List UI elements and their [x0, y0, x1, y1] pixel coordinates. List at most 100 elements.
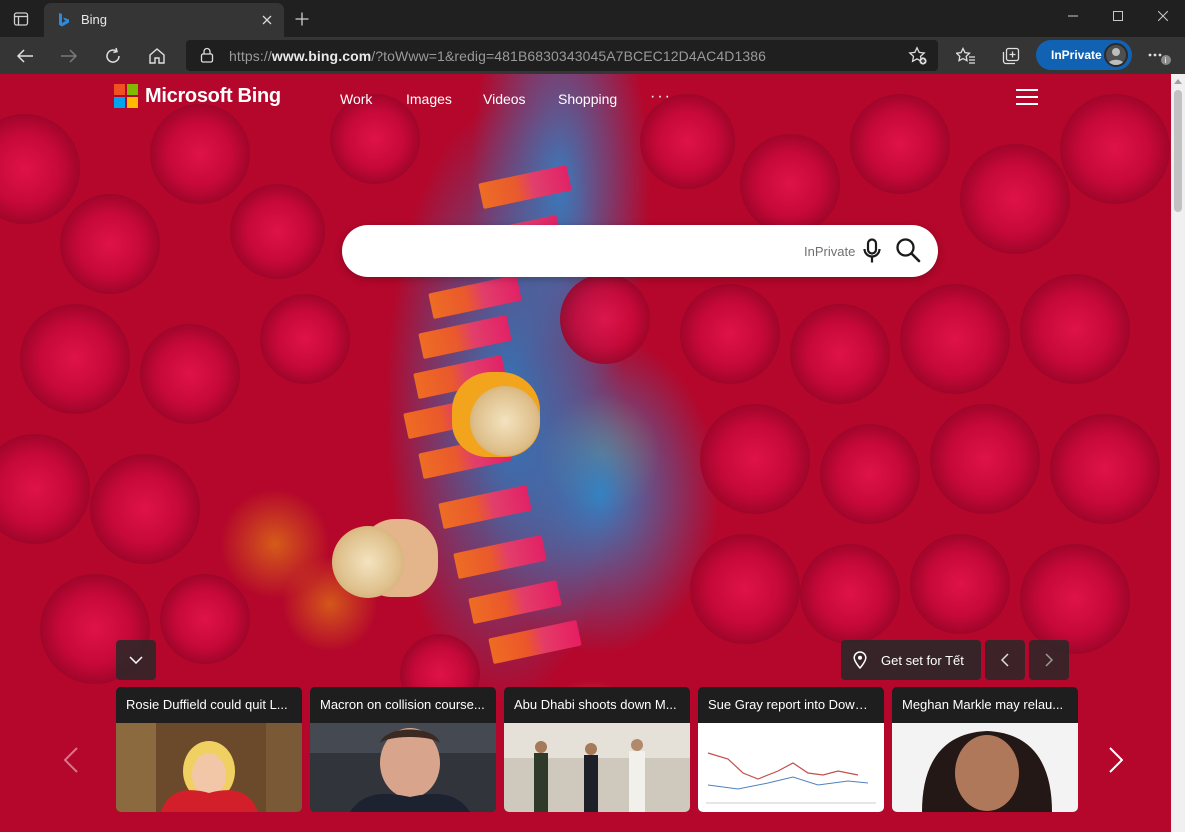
- pompom: [740, 134, 840, 234]
- news-headline: Abu Dhabi shoots down M...: [504, 687, 690, 723]
- tab-bing[interactable]: Bing: [44, 3, 284, 37]
- pompom: [140, 324, 240, 424]
- pompom: [1020, 274, 1130, 384]
- news-thumbnail: [116, 723, 302, 812]
- title-bar: Bing: [0, 0, 1185, 37]
- favorites-icon[interactable]: [950, 40, 982, 72]
- news-thumbnail: [504, 723, 690, 812]
- close-window-icon[interactable]: [1140, 0, 1185, 32]
- search-box[interactable]: InPrivate: [342, 225, 938, 277]
- inprivate-label: InPrivate: [1051, 48, 1102, 62]
- news-card[interactable]: Macron on collision course...: [310, 687, 496, 812]
- incense-bundle: [438, 484, 532, 530]
- incense-bundle: [468, 579, 562, 625]
- previous-image-button[interactable]: [985, 640, 1025, 680]
- news-headline: Rosie Duffield could quit L...: [116, 687, 302, 723]
- news-thumbnail: [892, 723, 1078, 812]
- minimize-icon[interactable]: [1050, 0, 1096, 32]
- logo-text: Microsoft Bing: [145, 84, 281, 107]
- news-headline: Macron on collision course...: [310, 687, 496, 723]
- chevron-down-icon: [129, 656, 143, 664]
- chevron-right-icon: [1109, 747, 1123, 773]
- news-card[interactable]: Abu Dhabi shoots down M...: [504, 687, 690, 812]
- nav-videos[interactable]: Videos: [483, 91, 526, 107]
- microsoft-bing-logo[interactable]: Microsoft Bing: [114, 84, 281, 108]
- microphone-icon[interactable]: [862, 238, 882, 269]
- inprivate-button[interactable]: InPrivate: [1036, 40, 1132, 70]
- incense-bundle: [488, 619, 582, 665]
- conical-hat: [470, 386, 540, 456]
- news-card[interactable]: Sue Gray report into Downi...: [698, 687, 884, 812]
- pompom: [1060, 94, 1170, 204]
- page-scrollbar[interactable]: [1171, 74, 1185, 832]
- search-icon[interactable]: [895, 237, 921, 268]
- tab-actions-icon[interactable]: [8, 6, 34, 32]
- nav-images[interactable]: Images: [406, 91, 452, 107]
- pompom: [900, 284, 1010, 394]
- incense-bundle: [453, 534, 547, 580]
- bing-homepage: Microsoft Bing Work Images Videos Shoppi…: [0, 74, 1171, 832]
- news-next-arrow[interactable]: [1104, 742, 1128, 778]
- pompom: [150, 104, 250, 204]
- collections-icon[interactable]: [995, 40, 1027, 72]
- pompom: [160, 574, 250, 664]
- chevron-left-icon: [1001, 653, 1009, 667]
- pompom: [680, 284, 780, 384]
- collapse-feed-button[interactable]: [116, 640, 156, 680]
- address-bar[interactable]: https://www.bing.com/?toWww=1&redig=481B…: [186, 40, 938, 71]
- pompom: [800, 544, 900, 644]
- chevron-left-icon: [64, 747, 78, 773]
- pompom: [1020, 544, 1130, 654]
- pompom: [790, 304, 890, 404]
- nav-shopping[interactable]: Shopping: [558, 91, 617, 107]
- get-set-label: Get set for Tết: [881, 653, 964, 668]
- news-thumbnail: [698, 723, 884, 812]
- conical-hat: [332, 526, 404, 598]
- profile-avatar-icon: [1104, 43, 1128, 67]
- news-headline: Meghan Markle may relau...: [892, 687, 1078, 723]
- inprivate-badge: InPrivate: [804, 244, 856, 259]
- news-prev-arrow[interactable]: [59, 742, 83, 778]
- close-tab-icon[interactable]: [258, 11, 276, 29]
- back-icon[interactable]: [9, 40, 41, 72]
- pompom: [820, 424, 920, 524]
- nav-work[interactable]: Work: [340, 91, 372, 107]
- next-image-button[interactable]: [1029, 640, 1069, 680]
- incense-bundle: [418, 314, 512, 360]
- settings-more-icon[interactable]: i: [1143, 40, 1175, 72]
- pompom: [0, 114, 80, 224]
- tab-title: Bing: [81, 12, 108, 27]
- url-text[interactable]: https://www.bing.com/?toWww=1&redig=481B…: [229, 48, 766, 64]
- scroll-up-icon[interactable]: [1171, 74, 1185, 88]
- svg-text:i: i: [1164, 56, 1166, 65]
- nav-more[interactable]: ···: [650, 88, 672, 106]
- pompom: [260, 294, 350, 384]
- lock-icon[interactable]: [200, 47, 214, 68]
- microsoft-logo-icon: [114, 84, 138, 108]
- news-card[interactable]: Rosie Duffield could quit L...: [116, 687, 302, 812]
- browser-toolbar: https://www.bing.com/?toWww=1&redig=481B…: [0, 37, 1185, 74]
- home-icon[interactable]: [141, 40, 173, 72]
- scrollbar-thumb[interactable]: [1174, 90, 1182, 212]
- forward-icon[interactable]: [53, 40, 85, 72]
- new-tab-icon[interactable]: [290, 7, 314, 31]
- hamburger-menu-icon[interactable]: [1016, 89, 1038, 105]
- refresh-icon[interactable]: [97, 40, 129, 72]
- pompom: [20, 304, 130, 414]
- location-pin-icon: [853, 651, 867, 674]
- pompom: [1050, 414, 1160, 524]
- pompom: [560, 274, 650, 364]
- maximize-icon[interactable]: [1095, 0, 1141, 32]
- bing-favicon-icon: [56, 12, 72, 28]
- pompom: [0, 434, 90, 544]
- get-set-button[interactable]: Get set for Tết: [841, 640, 981, 680]
- news-card[interactable]: Meghan Markle may relau...: [892, 687, 1078, 812]
- add-favorite-icon[interactable]: [908, 46, 928, 71]
- incense-bundle: [428, 274, 522, 320]
- pompom: [640, 94, 735, 189]
- pompom: [700, 404, 810, 514]
- news-headline: Sue Gray report into Downi...: [698, 687, 884, 723]
- pompom: [930, 404, 1040, 514]
- pompom: [230, 184, 325, 279]
- pompom: [960, 144, 1070, 254]
